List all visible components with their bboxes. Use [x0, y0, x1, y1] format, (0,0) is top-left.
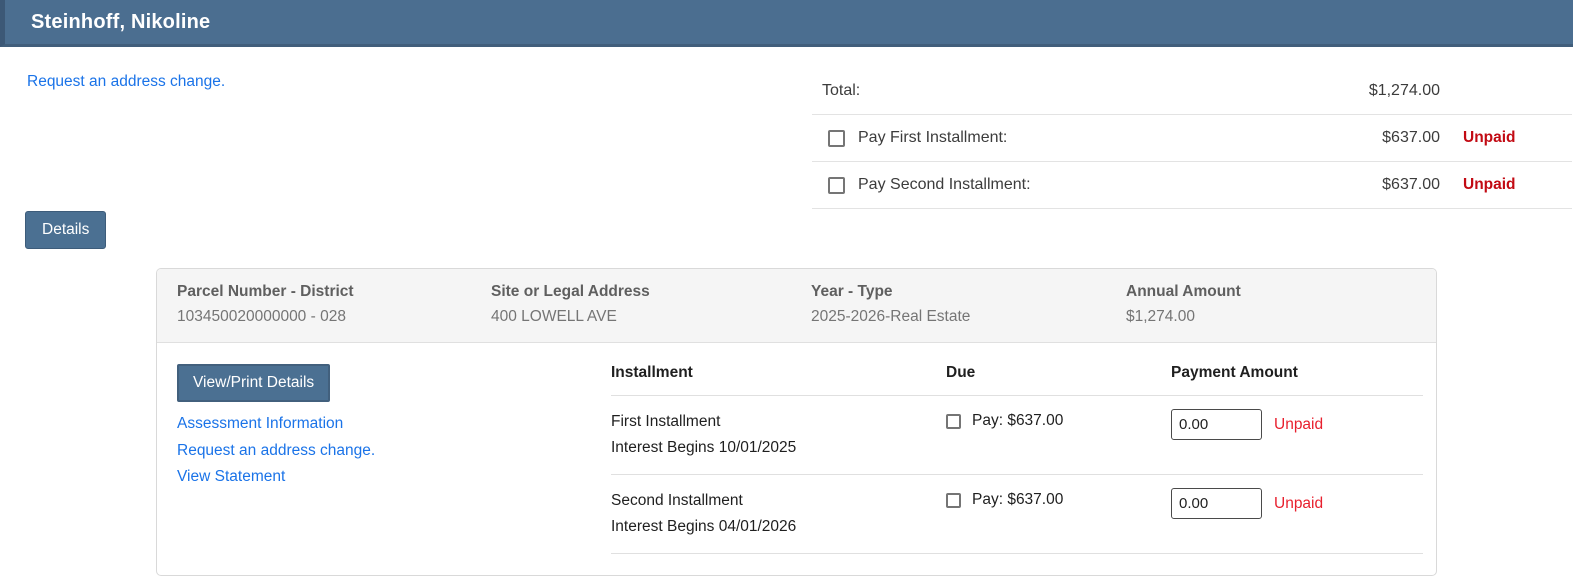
first-installment-row-status: Unpaid: [1274, 409, 1323, 440]
year-type-column: Year - Type 2025-2026-Real Estate: [811, 283, 1126, 342]
parcel-actions: View/Print Details Assessment Informatio…: [177, 364, 375, 491]
payment-amount-column-header: Payment Amount: [1171, 364, 1423, 382]
first-installment-label-cell: Pay First Installment:: [812, 129, 1325, 147]
second-installment-status-badge: Unpaid: [1463, 176, 1572, 194]
first-installment-status-badge: Unpaid: [1463, 129, 1572, 147]
site-address-value: 400 LOWELL AVE: [491, 308, 811, 326]
installment-column-header: Installment: [611, 364, 946, 382]
first-installment-payment-cell: Unpaid: [1171, 409, 1423, 440]
parcel-info-header: Parcel Number - District 103450020000000…: [157, 269, 1436, 343]
second-installment-label-cell: Pay Second Installment:: [812, 176, 1325, 194]
assessment-information-link[interactable]: Assessment Information: [177, 411, 375, 438]
details-button[interactable]: Details: [25, 211, 106, 249]
request-address-change-link-panel[interactable]: Request an address change.: [177, 438, 375, 465]
installment-table-header: Installment Due Payment Amount: [611, 343, 1423, 396]
annual-amount-label: Annual Amount: [1126, 283, 1436, 301]
first-installment-payment-input[interactable]: [1171, 409, 1262, 440]
interest-begins-text: Interest Begins 04/01/2026: [611, 514, 946, 540]
due-column-header: Due: [946, 364, 1171, 382]
first-installment-due-amount: Pay: $637.00: [972, 412, 1063, 430]
installment-table: Installment Due Payment Amount First Ins…: [611, 343, 1423, 554]
year-type-value: 2025-2026-Real Estate: [811, 308, 1126, 326]
first-installment-due-cell: Pay: $637.00: [946, 409, 1171, 430]
taxpayer-name-title: Steinhoff, Nikoline: [5, 11, 210, 34]
first-installment-cell: First Installment Interest Begins 10/01/…: [611, 409, 946, 461]
pay-second-installment-label: Pay Second Installment:: [858, 176, 1031, 194]
annual-amount-value: $1,274.00: [1126, 308, 1436, 326]
parcel-action-links: Assessment Information Request an addres…: [177, 411, 375, 491]
view-statement-link[interactable]: View Statement: [177, 464, 375, 491]
pay-first-installment-label: Pay First Installment:: [858, 129, 1007, 147]
taxpayer-header-bar: Steinhoff, Nikoline: [0, 0, 1573, 47]
pay-second-installment-checkbox[interactable]: [828, 177, 845, 194]
year-type-label: Year - Type: [811, 283, 1126, 301]
installment-name: Second Installment: [611, 488, 946, 514]
first-installment-pay-checkbox[interactable]: [946, 414, 961, 429]
parcel-number-value: 103450020000000 - 028: [177, 308, 491, 326]
second-installment-pay-checkbox[interactable]: [946, 493, 961, 508]
second-installment-due-cell: Pay: $637.00: [946, 488, 1171, 509]
table-row: Second Installment Interest Begins 04/01…: [611, 475, 1423, 554]
total-label: Total:: [812, 82, 1325, 100]
parcel-number-column: Parcel Number - District 103450020000000…: [177, 283, 491, 342]
interest-begins-text: Interest Begins 10/01/2025: [611, 435, 946, 461]
site-address-label: Site or Legal Address: [491, 283, 811, 301]
second-installment-amount: $637.00: [1325, 176, 1440, 194]
first-installment-amount: $637.00: [1325, 129, 1440, 147]
annual-amount-column: Annual Amount $1,274.00: [1126, 283, 1436, 342]
pay-first-installment-checkbox[interactable]: [828, 130, 845, 147]
total-amount: $1,274.00: [1325, 82, 1440, 100]
second-installment-payment-cell: Unpaid: [1171, 488, 1423, 519]
parcel-number-label: Parcel Number - District: [177, 283, 491, 301]
summary-first-installment-row: Pay First Installment: $637.00 Unpaid: [812, 115, 1572, 162]
view-print-details-button[interactable]: View/Print Details: [177, 364, 330, 402]
summary-second-installment-row: Pay Second Installment: $637.00 Unpaid: [812, 162, 1572, 209]
parcel-details-body: View/Print Details Assessment Informatio…: [157, 343, 1436, 575]
second-installment-due-amount: Pay: $637.00: [972, 491, 1063, 509]
installment-name: First Installment: [611, 409, 946, 435]
parcel-details-panel: Parcel Number - District 103450020000000…: [156, 268, 1437, 576]
site-address-column: Site or Legal Address 400 LOWELL AVE: [491, 283, 811, 342]
request-address-change-link[interactable]: Request an address change.: [27, 73, 225, 91]
payment-summary: Total: $1,274.00 Pay First Installment: …: [812, 68, 1572, 209]
second-installment-cell: Second Installment Interest Begins 04/01…: [611, 488, 946, 540]
summary-total-row: Total: $1,274.00: [812, 68, 1572, 115]
second-installment-payment-input[interactable]: [1171, 488, 1262, 519]
table-row: First Installment Interest Begins 10/01/…: [611, 396, 1423, 475]
second-installment-row-status: Unpaid: [1274, 488, 1323, 519]
